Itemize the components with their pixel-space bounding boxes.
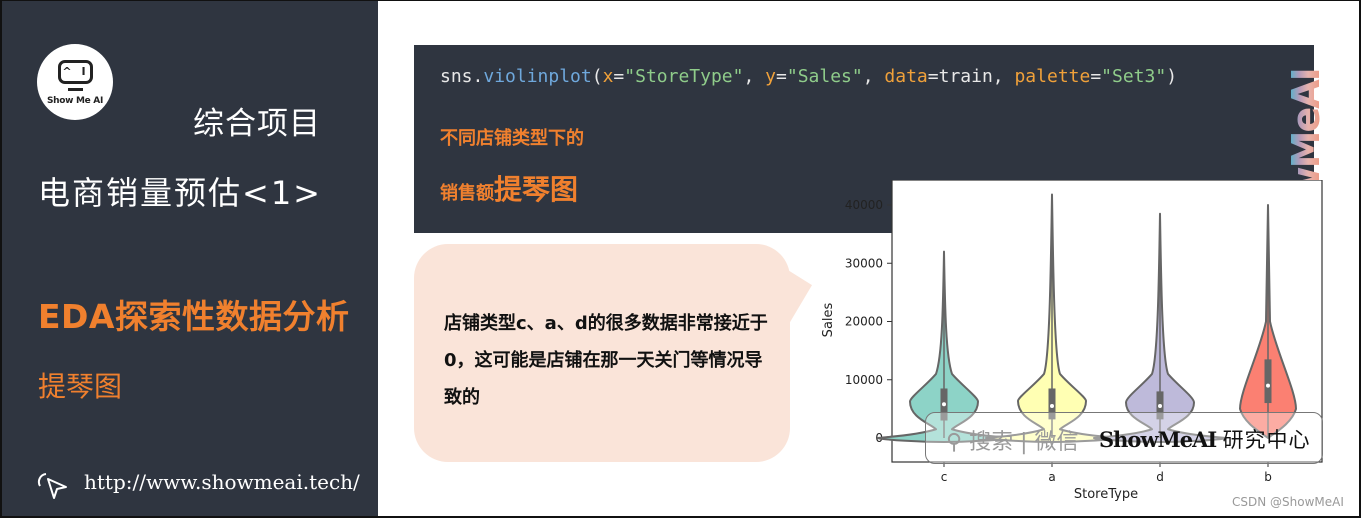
frame-border	[0, 0, 1361, 518]
